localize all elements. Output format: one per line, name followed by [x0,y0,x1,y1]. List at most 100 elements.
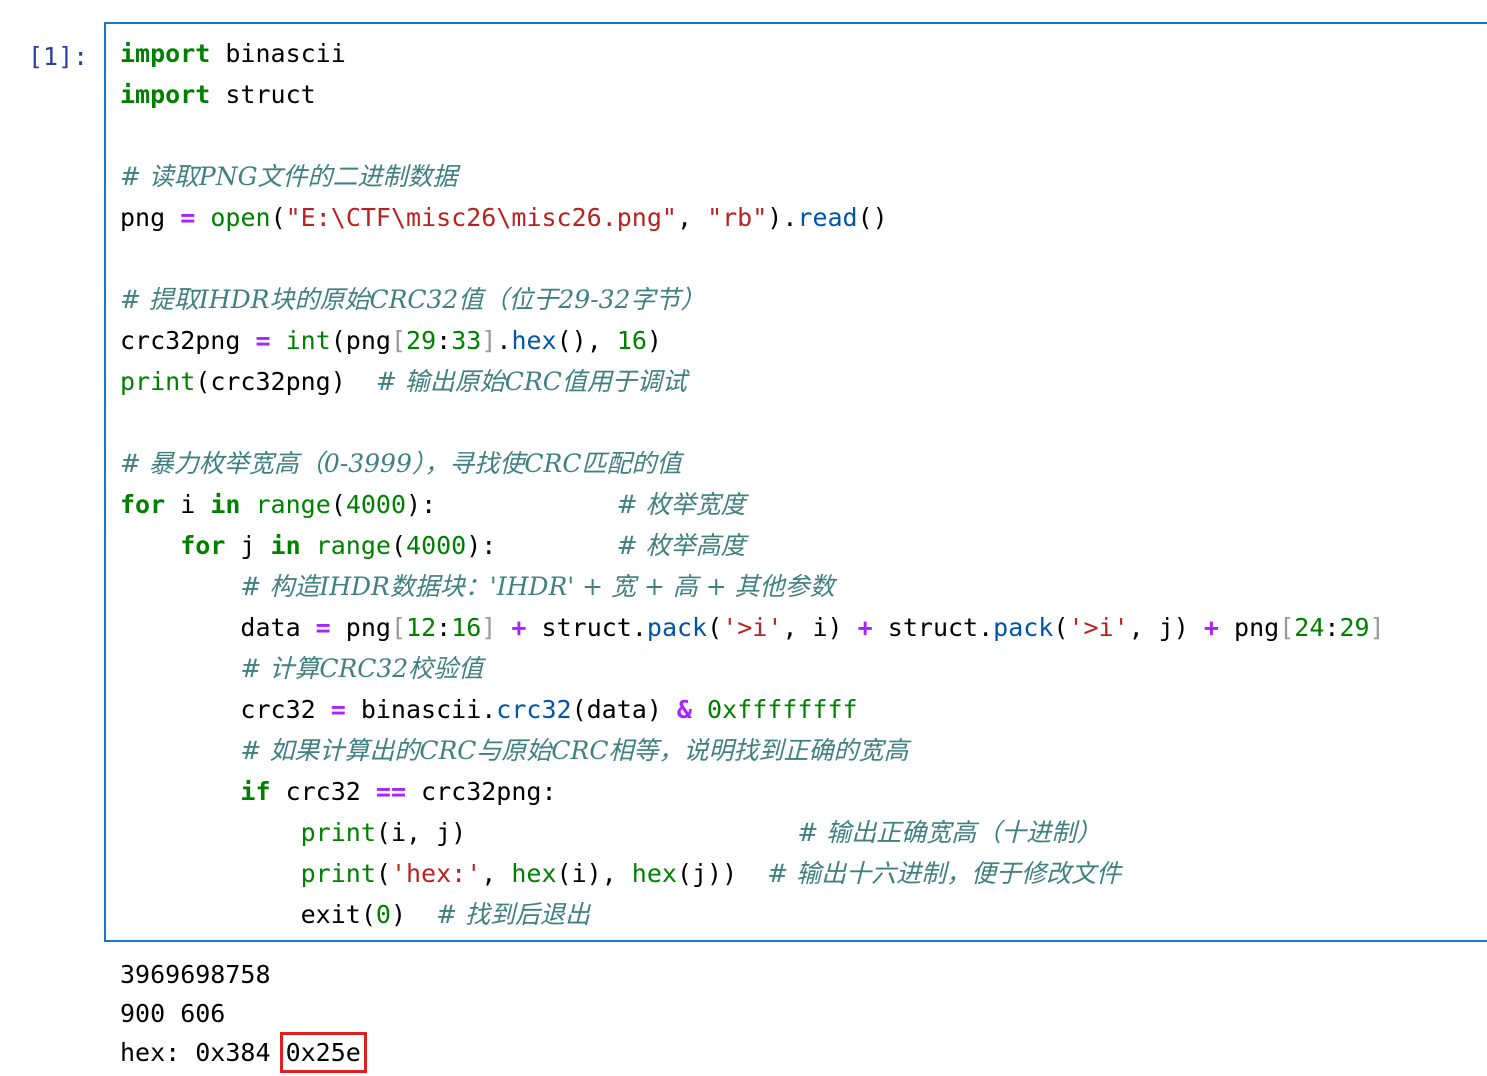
code-line: print('hex:', hex(i), hex(j)) # 输出十六进制，便… [120,853,1385,894]
code-text: : [436,613,452,642]
code-line: for j in range(4000): # 枚举高度 [120,525,1385,566]
method-token: pack [646,613,708,642]
code-text: (j)) [676,859,768,888]
keyword-token: in [270,531,301,560]
comment-token: # 输出原始CRC值用于调试 [375,367,687,396]
method-token: pack [993,613,1054,642]
code-text: ( [375,859,391,888]
operator-token: & [676,695,692,724]
comment-token: # 找到后退出 [436,900,590,929]
bracket-token: ] [1369,613,1385,642]
string-token: "E:\CTF\misc26\misc26.png" [285,203,677,232]
code-text: i [165,490,211,519]
comment-token: # 构造IHDR数据块：'IHDR' + 宽 + 高 + 其他参数 [240,572,835,601]
output-line: 900 606 [120,994,361,1033]
code-text: ) [646,326,662,355]
string-token: 'hex:' [390,859,482,888]
code-line: print(i, j) # 输出正确宽高（十进制） [120,812,1385,853]
code-text: ): [466,531,617,560]
code-line: # 计算CRC32校验值 [120,648,1385,689]
number-token: 29 [406,326,437,355]
code-line: # 读取PNG文件的二进制数据 [120,156,1385,197]
code-text: : [1324,613,1340,642]
code-line: for i in range(4000): # 枚举宽度 [120,484,1385,525]
code-text: (png [330,326,391,355]
code-text: ) [390,900,437,929]
code-text: ): [406,490,617,519]
code-text: (), [556,326,617,355]
keyword-token: if [240,777,271,806]
code-line: # 暴力枚举宽高（0-3999），寻找使CRC匹配的值 [120,443,1385,484]
builtin-token: print [300,859,376,888]
builtin-token: range [255,490,331,519]
comment-token: # 如果计算出的CRC与原始CRC相等，说明找到正确的宽高 [240,736,909,765]
code-text: png [330,613,391,642]
code-text: . [496,326,512,355]
bracket-token: ] [481,326,497,355]
number-token: 4000 [406,531,467,560]
highlighted-output-value: 0x25e [279,1032,367,1073]
code-text: ( [390,531,407,560]
cell-output: 3969698758 900 606 hex: 0x384 0x25e [120,955,367,1073]
number-token: 33 [451,326,482,355]
builtin-token: hex [511,859,557,888]
code-text: , i) [782,613,858,642]
code-text: crc32png: [406,777,557,806]
code-text: () [857,203,888,232]
number-token: 0 [375,900,391,929]
number-token: 24 [1294,613,1325,642]
code-line: data = png[12:16] + struct.pack('>i', i)… [120,607,1385,648]
bracket-token: ] [481,613,497,642]
code-line: # 提取IHDR块的原始CRC32值（位于29-32字节） [120,279,1385,320]
code-text: (i, j) [375,818,798,847]
comment-token: # 提取IHDR块的原始CRC32值（位于29-32字节） [120,285,706,314]
keyword-token: import [120,39,211,68]
keyword-token: for [180,531,226,560]
code-line: if crc32 == crc32png: [120,771,1385,812]
code-line: # 构造IHDR数据块：'IHDR' + 宽 + 高 + 其他参数 [120,566,1385,607]
comment-token: # 枚举高度 [616,531,746,560]
keyword-token: in [210,490,241,519]
code-text: 900 606 [120,999,226,1028]
code-text: ( [707,613,723,642]
keyword-token: import [120,80,211,109]
code-text: (i), [556,859,632,888]
code-line: import struct [120,74,1385,115]
code-text: (data) [571,695,677,724]
code-editor[interactable]: import binascii import struct # 读取PNG文件的二… [120,33,1385,935]
code-text: ). [767,203,798,232]
code-text: exit( [120,900,376,929]
method-token: read [797,203,858,232]
bracket-token: [ [390,613,407,642]
prompt-label: [1]: [28,42,89,71]
code-text: , j) [1128,613,1204,642]
code-text: binascii [210,39,346,68]
code-text: ( [330,490,346,519]
string-token: '>i' [722,613,783,642]
operator-token: + [1203,613,1219,642]
code-text: 3969698758 [120,960,271,989]
operator-token: = [330,695,346,724]
code-line: print(crc32png) # 输出原始CRC值用于调试 [120,361,1385,402]
number-token: 12 [406,613,437,642]
code-line: exit(0) # 找到后退出 [120,894,1385,935]
number-token: 4000 [345,490,407,519]
operator-token: == [375,777,406,806]
code-line: png = open("E:\CTF\misc26\misc26.png", "… [120,197,1385,238]
code-text: , [481,859,512,888]
code-text: struct. [872,613,994,642]
builtin-token: range [315,531,391,560]
builtin-token: hex [631,859,677,888]
number-token: 16 [616,326,647,355]
